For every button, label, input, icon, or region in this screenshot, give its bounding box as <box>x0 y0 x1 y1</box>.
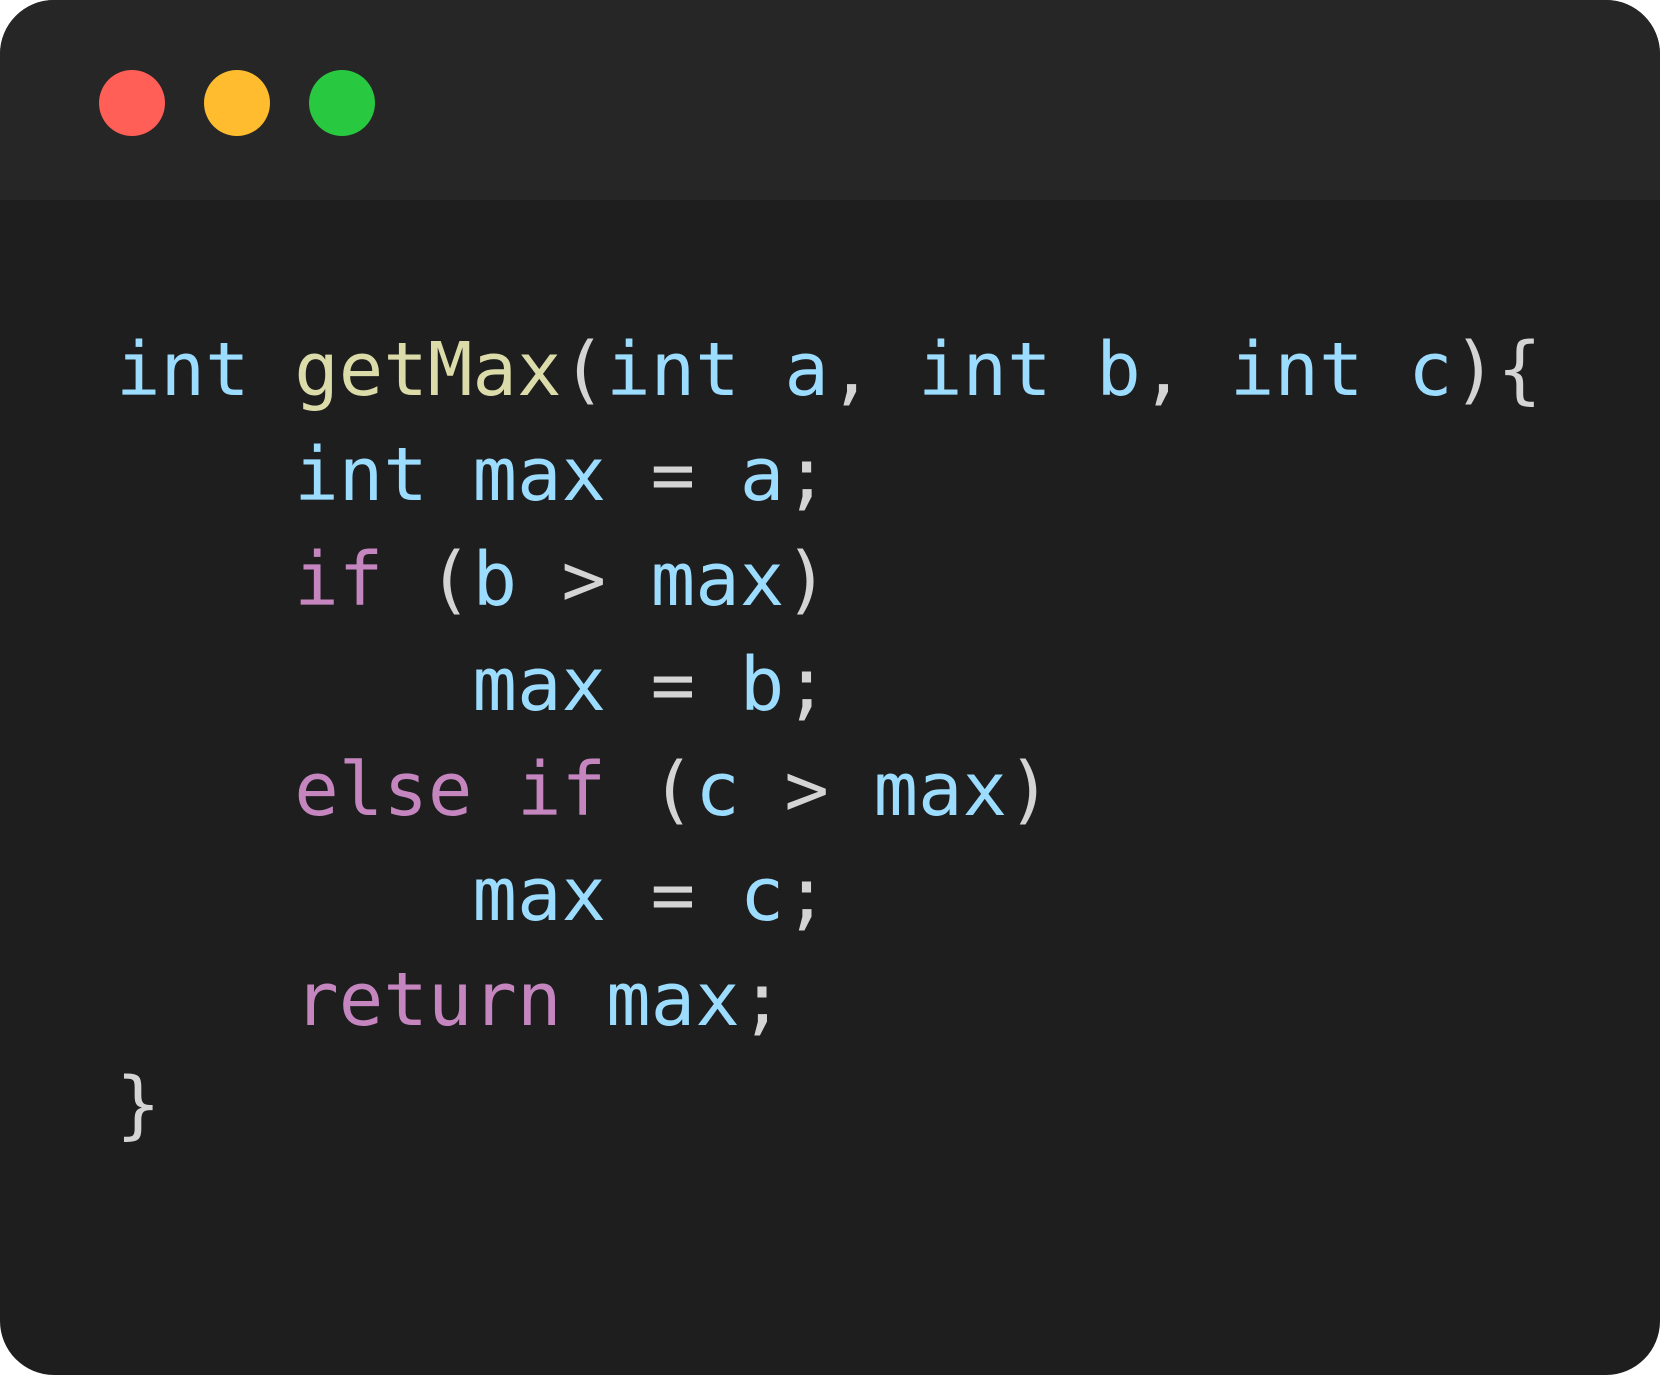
window-titlebar <box>0 0 1660 200</box>
code-token-punct <box>740 327 785 413</box>
code-window: int getMax(int a, int b, int c){ int max… <box>0 0 1660 1375</box>
code-token-ident: a <box>739 432 785 518</box>
code-token-punct: = <box>606 642 740 728</box>
code-token-punct <box>428 432 473 518</box>
code-token-type: int <box>294 432 428 518</box>
code-line: } <box>116 1053 1542 1158</box>
code-token-punct <box>116 537 294 623</box>
code-token-punct: ( <box>561 327 607 413</box>
code-token-ident: b <box>472 537 517 623</box>
code-line: else if (c > max) <box>116 738 1542 843</box>
code-token-keyword: if <box>517 747 607 833</box>
code-token-ident: c <box>739 852 785 938</box>
code-line: int max = a; <box>116 423 1542 528</box>
code-line: if (b > max) <box>116 528 1542 633</box>
code-token-ident: a <box>784 327 829 413</box>
maximize-button[interactable] <box>309 70 375 136</box>
code-token-punct: ; <box>784 432 829 518</box>
code-token-punct <box>250 327 295 413</box>
code-token-ident: max <box>472 642 607 728</box>
code-line: max = c; <box>116 843 1542 948</box>
code-token-type: int <box>606 327 740 413</box>
code-token-type: int <box>917 327 1052 413</box>
code-token-punct: ){ <box>1452 327 1542 413</box>
code-token-ident: c <box>1408 327 1453 413</box>
code-token-ident: b <box>1096 327 1141 413</box>
code-token-ident: max <box>606 957 740 1043</box>
code-token-punct <box>116 957 294 1043</box>
code-token-keyword: else <box>294 747 473 833</box>
code-line: int getMax(int a, int b, int c){ <box>116 318 1542 423</box>
code-token-punct <box>116 432 294 518</box>
code-token-keyword: return <box>294 957 562 1043</box>
code-token-ident: c <box>695 747 740 833</box>
code-token-punct: ; <box>739 957 785 1043</box>
code-token-keyword: if <box>294 537 384 623</box>
code-token-punct: > <box>739 747 874 833</box>
code-token-punct <box>116 852 472 938</box>
code-token-ident: b <box>739 642 785 728</box>
code-token-ident: max <box>472 852 607 938</box>
code-token-punct: , <box>828 327 918 413</box>
code-token-punct: , <box>1140 327 1230 413</box>
code-block: int getMax(int a, int b, int c){ int max… <box>116 318 1542 1158</box>
code-line: return max; <box>116 948 1542 1053</box>
code-token-punct: ; <box>784 852 829 938</box>
code-token-punct <box>1052 327 1097 413</box>
code-token-punct <box>116 642 472 728</box>
code-token-punct <box>116 747 294 833</box>
code-token-punct: ; <box>784 642 829 728</box>
code-token-punct: ( <box>606 747 696 833</box>
code-token-function: getMax <box>294 327 562 413</box>
code-token-punct <box>472 747 517 833</box>
code-token-ident: max <box>650 537 785 623</box>
code-line: max = b; <box>116 633 1542 738</box>
code-token-punct: ( <box>383 537 473 623</box>
code-token-punct <box>1364 327 1409 413</box>
code-token-punct: > <box>517 537 651 623</box>
minimize-button[interactable] <box>204 70 270 136</box>
code-token-punct: ) <box>784 537 829 623</box>
code-token-punct <box>562 957 607 1043</box>
code-token-ident: max <box>873 747 1008 833</box>
code-token-ident: max <box>472 432 607 518</box>
code-token-type: int <box>116 327 250 413</box>
code-token-punct: } <box>116 1062 161 1148</box>
close-button[interactable] <box>99 70 165 136</box>
code-token-punct: = <box>606 852 740 938</box>
code-token-punct: ) <box>1007 747 1052 833</box>
code-token-type: int <box>1229 327 1364 413</box>
code-token-punct: = <box>606 432 740 518</box>
